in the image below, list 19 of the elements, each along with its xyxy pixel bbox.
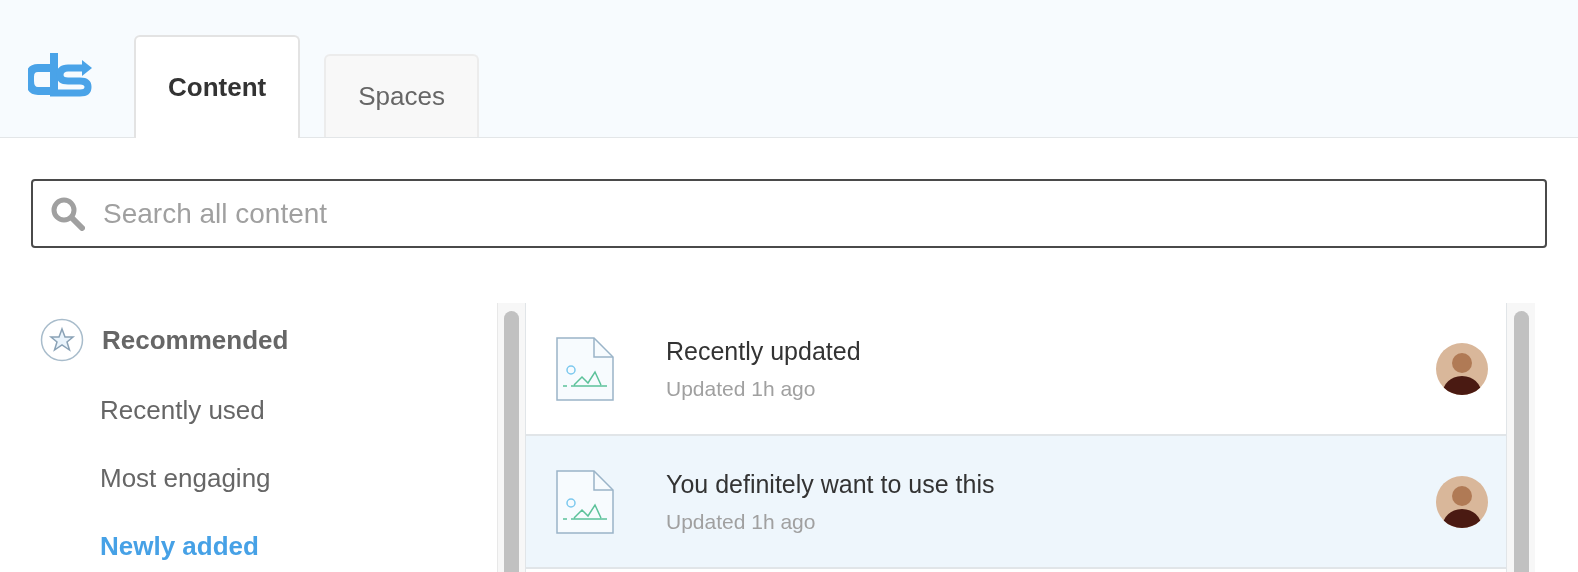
item-subtitle: Updated 1h ago — [666, 508, 817, 535]
logo-icon — [28, 51, 94, 97]
sidebar-link[interactable]: Recently used — [100, 390, 265, 430]
avatar-icon — [1436, 475, 1488, 528]
item-title: Recently updated — [666, 335, 862, 367]
item-title: You definitely want to use this — [666, 468, 996, 500]
sidebar-link[interactable]: Most engaging — [100, 458, 271, 498]
content-row[interactable]: You definitely want to use this Updated 1h ago — [526, 436, 1506, 569]
image-file-icon — [556, 336, 614, 401]
search-field[interactable]: Search all content — [31, 179, 1547, 248]
image-file-icon — [556, 469, 614, 534]
section-heading: Recommended — [102, 323, 289, 357]
search-icon — [51, 197, 85, 231]
tab[interactable]: Spaces — [324, 54, 479, 137]
scrollbar[interactable] — [1514, 311, 1529, 572]
avatar-icon — [1436, 342, 1488, 395]
scrollbar[interactable] — [504, 311, 519, 572]
tab[interactable]: Content — [134, 35, 301, 138]
item-subtitle: Updated 1h ago — [666, 375, 817, 402]
